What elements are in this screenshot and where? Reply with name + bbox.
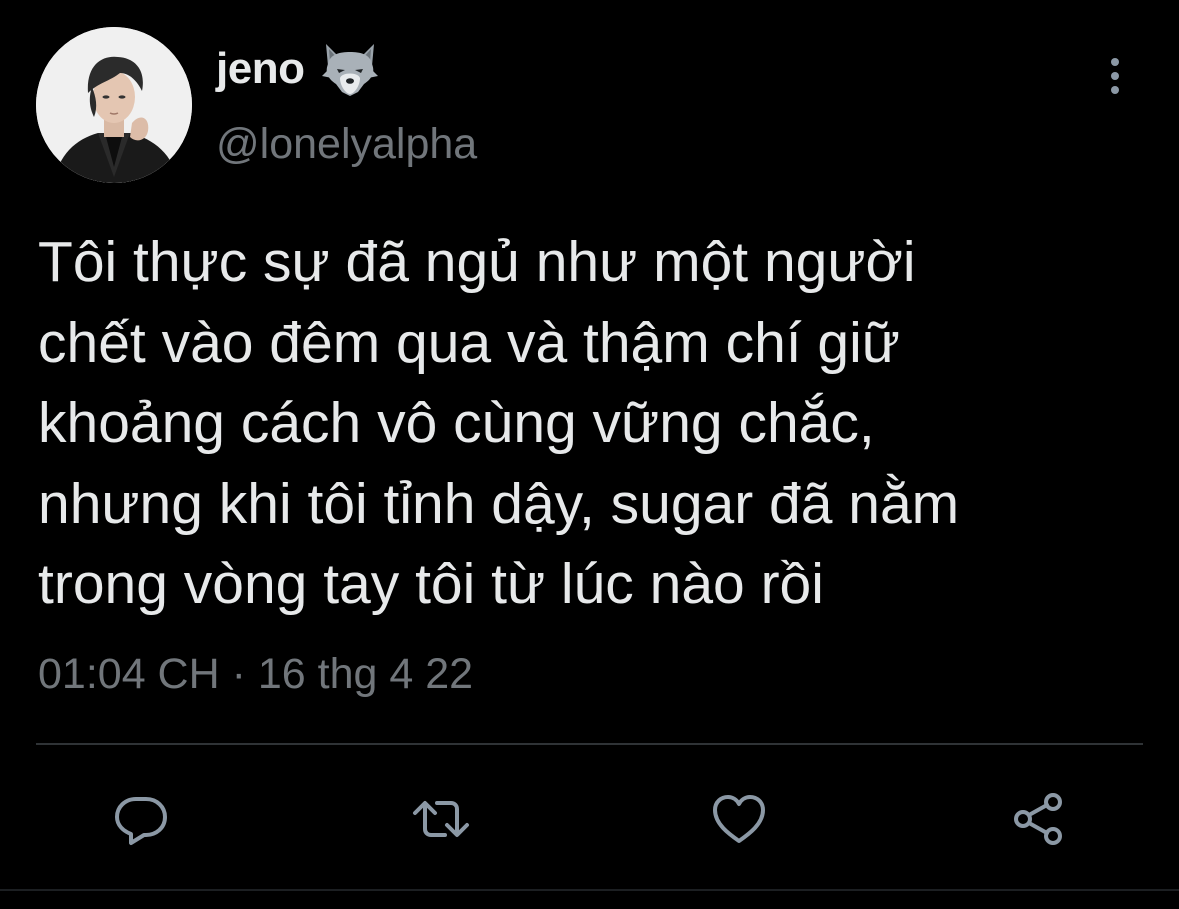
tweet-detail: jeno @lonelyalpha Tôi thực sự đã ngủ như… bbox=[0, 0, 1179, 909]
avatar[interactable] bbox=[36, 27, 192, 183]
heart-icon bbox=[713, 795, 765, 843]
action-bar bbox=[0, 786, 1179, 852]
tweet-date: 16 thg 4 22 bbox=[257, 650, 474, 698]
like-button[interactable] bbox=[706, 786, 772, 852]
tweet-text: Tôi thực sự đã ngủ như một người chết và… bbox=[38, 230, 960, 616]
bottom-divider bbox=[0, 889, 1179, 891]
divider bbox=[36, 743, 1143, 745]
tweet-timestamp[interactable]: 01:04 CH · 16 thg 4 22 bbox=[38, 650, 473, 699]
profile-photo bbox=[36, 27, 192, 183]
author-name-row[interactable]: jeno bbox=[216, 38, 382, 100]
reply-icon bbox=[115, 797, 167, 845]
meta-separator: · bbox=[219, 650, 258, 698]
display-name[interactable]: jeno bbox=[216, 44, 305, 94]
share-icon bbox=[1014, 793, 1062, 845]
share-button[interactable] bbox=[1006, 786, 1072, 852]
retweet-icon bbox=[413, 801, 469, 837]
reply-button[interactable] bbox=[108, 786, 174, 852]
wolf-icon bbox=[318, 40, 382, 98]
tweet-time: 01:04 CH bbox=[38, 650, 220, 698]
author-handle[interactable]: @lonelyalpha bbox=[216, 120, 477, 169]
more-options-icon[interactable] bbox=[1098, 52, 1132, 102]
retweet-button[interactable] bbox=[408, 786, 474, 852]
